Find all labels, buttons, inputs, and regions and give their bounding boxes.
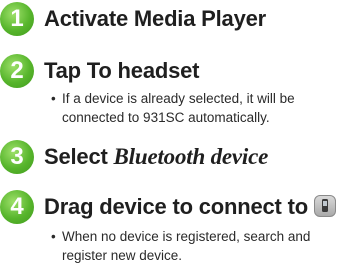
step-2-title: Tap To headset xyxy=(44,58,200,83)
step-3-number-badge: 3 xyxy=(0,140,34,174)
step-3-title: Select Bluetooth device xyxy=(44,142,268,172)
bullet-marker: • xyxy=(51,91,56,106)
step-1-title: Activate Media Player xyxy=(44,6,267,31)
step-4-note-text: When no device is registered, search and… xyxy=(62,229,311,263)
step-4-number-badge: 4 xyxy=(0,190,34,224)
bullet-marker: • xyxy=(51,229,56,244)
step-3-title-emphasis: Bluetooth device xyxy=(113,144,269,169)
phone-device-icon xyxy=(313,195,336,217)
step-4-title: Drag device to connect to xyxy=(44,192,336,222)
step-2-note-text: If a device is already selected, it will… xyxy=(62,91,295,125)
step-1-number-badge: 1 xyxy=(0,2,34,36)
step-4-note: • When no device is registered, search a… xyxy=(51,227,342,265)
step-3-title-prefix: Select xyxy=(44,144,114,169)
step-4-title-text: Drag device to connect to xyxy=(44,194,308,219)
step-2-number-badge: 2 xyxy=(0,54,34,88)
step-2-note: • If a device is already selected, it wi… xyxy=(51,89,342,127)
